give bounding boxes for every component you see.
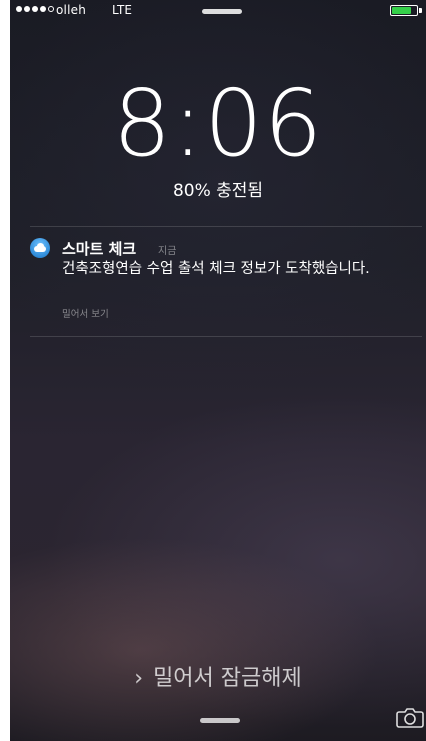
- cloud-shape: [34, 246, 46, 252]
- camera-icon[interactable]: [396, 706, 424, 728]
- signal-dot: [24, 6, 30, 12]
- network-type: LTE: [112, 3, 132, 17]
- battery-tip: [419, 8, 422, 13]
- divider: [30, 336, 422, 337]
- charging-status: 80% 충전됨: [172, 181, 264, 201]
- control-center-grabber[interactable]: [200, 718, 240, 723]
- divider: [30, 226, 422, 227]
- notification-card[interactable]: 스마트 체크 지금 건축조형연습 수업 출석 체크 정보가 도착했습니다. 밀어…: [30, 236, 422, 336]
- notification-message: 건축조형연습 수업 출석 체크 정보가 도착했습니다.: [62, 261, 370, 277]
- status-bar: olleh LTE: [10, 0, 426, 22]
- signal-dot: [16, 6, 22, 12]
- chevron-right-icon: ›: [134, 666, 144, 691]
- lock-clock: 8:06: [112, 70, 324, 177]
- signal-dot: [32, 6, 38, 12]
- signal-dot-empty: [48, 6, 54, 12]
- slide-to-unlock-label: 밀어서 잠금해제: [153, 666, 302, 691]
- notification-time: 지금: [158, 246, 177, 257]
- battery-icon: [390, 5, 418, 16]
- carrier-name: olleh: [56, 3, 86, 17]
- lock-screen: olleh LTE 8:06 80% 충전됨 스마트 체크 지금 건축조형연습 …: [10, 0, 426, 741]
- slide-to-unlock[interactable]: › 밀어서 잠금해제: [10, 660, 426, 692]
- notification-center-grabber[interactable]: [202, 9, 242, 14]
- cloud-app-icon: [30, 238, 50, 258]
- signal-dot: [40, 6, 46, 12]
- battery-level-fill: [392, 7, 412, 14]
- notification-app-name: 스마트 체크: [62, 240, 137, 258]
- notification-action-hint: 밀어서 보기: [62, 309, 109, 320]
- signal-strength-icon: [16, 6, 54, 12]
